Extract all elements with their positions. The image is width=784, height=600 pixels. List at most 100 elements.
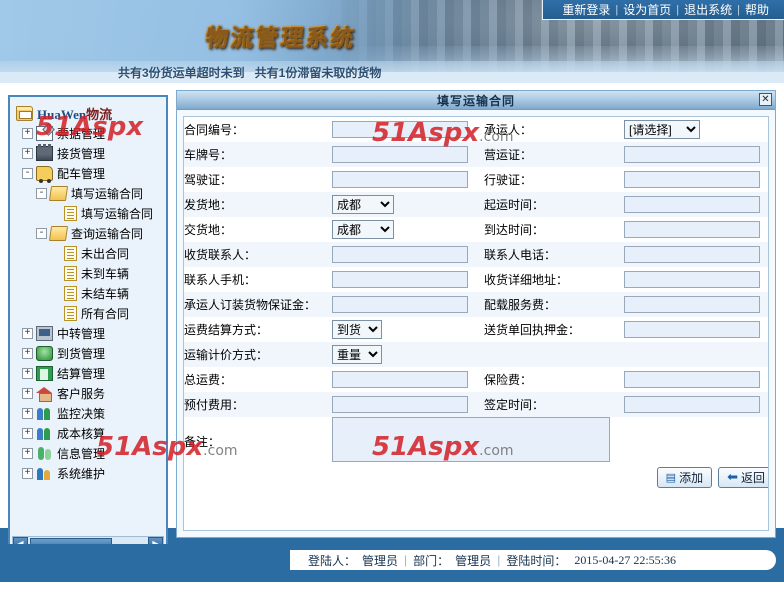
system-title: 物流管理系统	[203, 18, 357, 52]
right-input[interactable]	[624, 171, 760, 188]
sidebar-item-13[interactable]: + 客户服务	[16, 383, 166, 403]
left-select[interactable]: 成都	[332, 195, 394, 214]
tree-toggle-icon[interactable]: +	[22, 367, 33, 379]
left-field-cell	[332, 167, 484, 192]
status-separator: |	[404, 553, 408, 567]
sidebar-item-15[interactable]: + 成本核算	[16, 423, 166, 443]
sidebar-root-node[interactable]: HuaWen物流	[16, 103, 166, 123]
tree-toggle-icon[interactable]: +	[22, 347, 33, 359]
sidebar-item-label: 到货管理	[57, 346, 106, 361]
tree-toggle-icon[interactable]: +	[22, 127, 33, 139]
sidebar-item-label: 所有合同	[81, 306, 130, 321]
tree-toggle-icon[interactable]: +	[22, 407, 33, 419]
add-button[interactable]: ▤ 添加	[656, 467, 713, 489]
form-row: 发货地： 成都 起运时间：	[184, 192, 768, 217]
form-row: 收货联系人： 联系人电话：	[184, 242, 768, 267]
sidebar-item-17[interactable]: + 系统维护	[16, 463, 166, 483]
dialog-title-bar: 填写运输合同 ✕	[177, 91, 775, 110]
remark-textarea[interactable]	[332, 417, 610, 462]
tree-toggle-icon[interactable]: +	[22, 147, 33, 159]
left-field-cell	[332, 292, 484, 317]
tree-toggle-spacer	[50, 308, 61, 319]
sidebar-item-6[interactable]: 未出合同	[16, 243, 166, 263]
notice-text: 共有3份货运单超时未到 共有1份滞留未取的货物	[118, 66, 382, 80]
sidebar-item-label: 结算管理	[57, 366, 106, 381]
left-input[interactable]	[332, 371, 468, 388]
logout-link[interactable]: 退出系统	[679, 1, 737, 18]
form-row: 运输计价方式： 重量	[184, 342, 768, 367]
tree-toggle-icon[interactable]: +	[22, 447, 33, 459]
right-field-cell: [请选择]	[624, 117, 768, 142]
home-icon	[36, 386, 53, 402]
login-user-value: 管理员	[362, 553, 399, 568]
right-input[interactable]	[624, 271, 760, 288]
relogin-link[interactable]: 重新登录	[557, 1, 615, 18]
right-field-cell	[624, 317, 768, 342]
left-input[interactable]	[332, 121, 468, 138]
right-input[interactable]	[624, 196, 760, 213]
tree-toggle-icon[interactable]: +	[22, 427, 33, 439]
right-input[interactable]	[624, 396, 760, 413]
left-field-cell: 重量	[332, 342, 484, 367]
back-button[interactable]: ⬅ 返回	[718, 466, 768, 488]
form-row: 运费结算方式： 到货 送货单回执押金：	[184, 317, 768, 342]
tree-toggle-icon[interactable]: -	[36, 187, 47, 199]
left-select[interactable]: 到货	[332, 320, 382, 339]
sidebar-item-12[interactable]: + 结算管理	[16, 363, 166, 383]
right-field-cell	[624, 342, 768, 367]
left-field-label: 交货地：	[184, 217, 332, 242]
tree-toggle-icon[interactable]: -	[22, 167, 33, 179]
sidebar-item-16[interactable]: + 信息管理	[16, 443, 166, 463]
sidebar-item-14[interactable]: + 监控决策	[16, 403, 166, 423]
top-navigation: 重新登录 | 设为首页 | 退出系统 | 帮助	[542, 0, 784, 20]
people-icon	[36, 406, 53, 421]
right-input[interactable]	[624, 371, 760, 388]
form-row: 驾驶证： 行驶证：	[184, 167, 768, 192]
left-input[interactable]	[332, 296, 468, 313]
sidebar-item-1[interactable]: + 接货管理	[16, 143, 166, 163]
sidebar-item-label: 填写运输合同	[71, 186, 144, 201]
status-bar: 登陆人： 管理员 | 部门： 管理员 | 登陆时间： 2015-04-27 22…	[290, 550, 776, 570]
close-icon[interactable]: ✕	[759, 93, 772, 106]
set-homepage-link[interactable]: 设为首页	[618, 1, 676, 18]
tree-toggle-icon[interactable]: -	[36, 227, 47, 239]
left-select[interactable]: 成都	[332, 220, 394, 239]
tree-toggle-icon[interactable]: +	[22, 387, 33, 399]
sidebar-item-2[interactable]: - 配车管理	[16, 163, 166, 183]
sidebar-item-11[interactable]: + 到货管理	[16, 343, 166, 363]
right-input[interactable]	[624, 146, 760, 163]
sidebar-item-0[interactable]: + 票据管理	[16, 123, 166, 143]
root-folder-icon	[16, 105, 33, 121]
open-folder-icon	[48, 225, 69, 241]
left-input[interactable]	[332, 246, 468, 263]
help-link[interactable]: 帮助	[740, 1, 774, 18]
sidebar-item-label: 信息管理	[57, 446, 106, 461]
left-input[interactable]	[332, 146, 468, 163]
sidebar-item-10[interactable]: + 中转管理	[16, 323, 166, 343]
tree-toggle-icon[interactable]: +	[22, 467, 33, 479]
left-select[interactable]: 重量	[332, 345, 382, 364]
sidebar-item-4[interactable]: 填写运输合同	[16, 203, 166, 223]
right-select[interactable]: [请选择]	[624, 120, 700, 139]
left-input[interactable]	[332, 396, 468, 413]
sidebar-item-9[interactable]: 所有合同	[16, 303, 166, 323]
sidebar-item-3[interactable]: - 填写运输合同	[16, 183, 166, 203]
left-field-cell: 成都	[332, 217, 484, 242]
sidebar-item-5[interactable]: - 查询运输合同	[16, 223, 166, 243]
left-input[interactable]	[332, 271, 468, 288]
sidebar-item-7[interactable]: 未到车辆	[16, 263, 166, 283]
left-field-label: 运输计价方式：	[184, 342, 332, 367]
tree-toggle-icon[interactable]: +	[22, 327, 33, 339]
left-field-label: 驾驶证：	[184, 167, 332, 192]
right-input[interactable]	[624, 296, 760, 313]
status-separator: |	[497, 553, 501, 567]
right-input[interactable]	[624, 321, 760, 338]
left-field-label: 车牌号：	[184, 142, 332, 167]
note-icon	[64, 265, 77, 281]
button-label: 添加	[679, 471, 704, 486]
sidebar-item-8[interactable]: 未结车辆	[16, 283, 166, 303]
sidebar-item-label: 接货管理	[57, 146, 106, 161]
right-input[interactable]	[624, 221, 760, 238]
right-input[interactable]	[624, 246, 760, 263]
left-input[interactable]	[332, 171, 468, 188]
